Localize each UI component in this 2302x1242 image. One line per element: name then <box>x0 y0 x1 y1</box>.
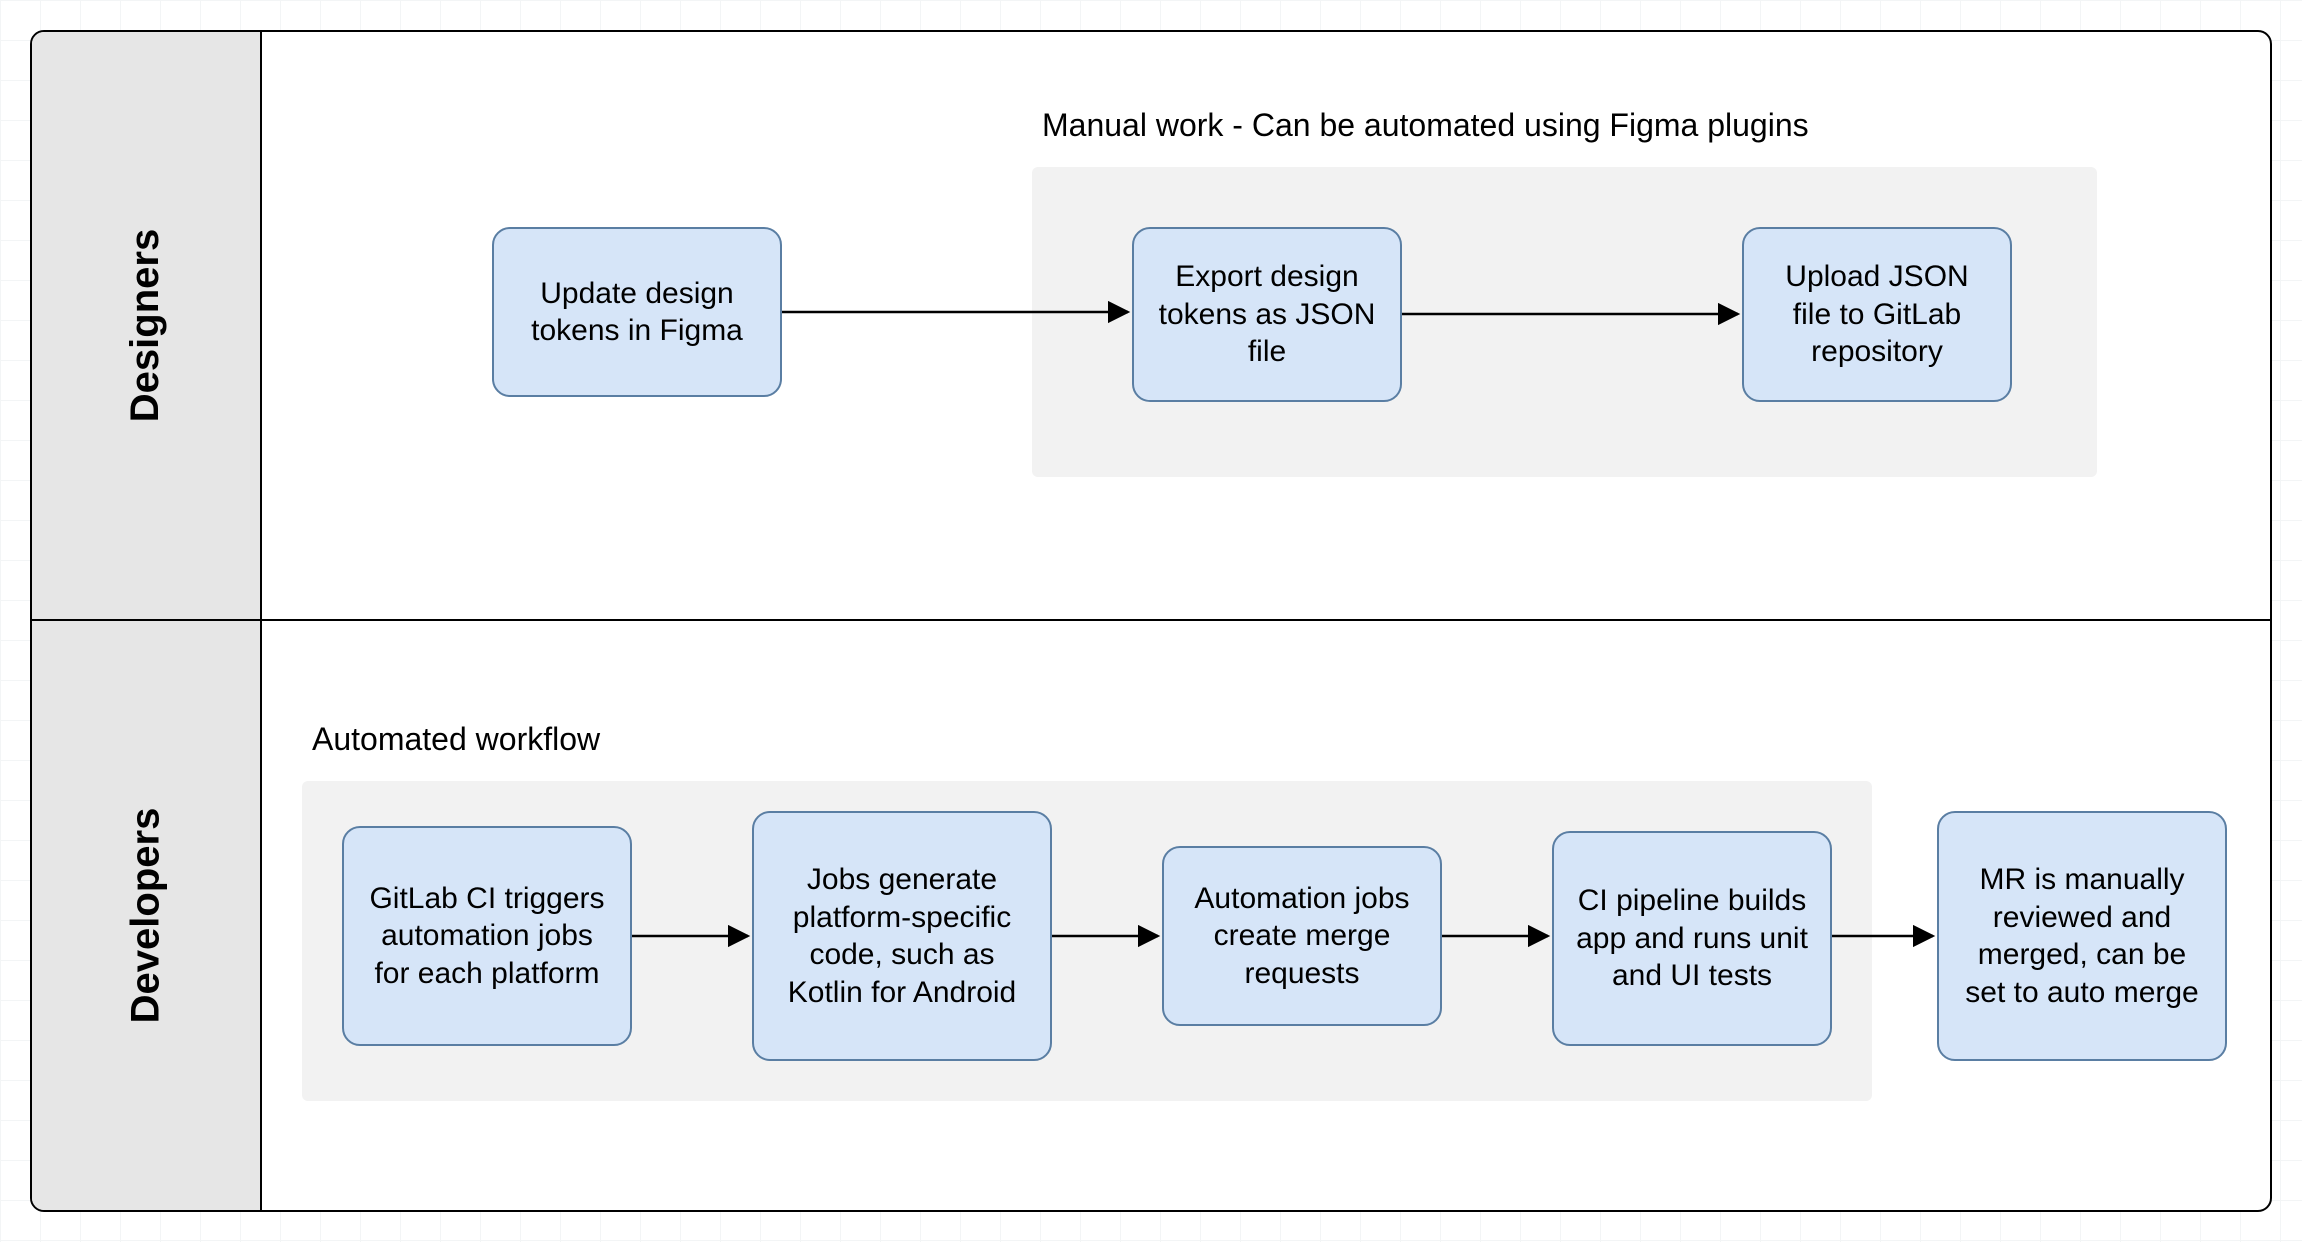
node-ci-pipeline: CI pipeline builds app and runs unit and… <box>1552 831 1832 1046</box>
lane-designers: Designers Manual work - Can be automated… <box>30 30 2272 621</box>
node-update-figma: Update design tokens in Figma <box>492 227 782 397</box>
node-ci-trigger-text: GitLab CI triggers automation jobs for e… <box>362 880 612 993</box>
diagram-frame: Designers Manual work - Can be automated… <box>30 30 2272 1212</box>
node-ci-pipeline-text: CI pipeline builds app and runs unit and… <box>1572 882 1812 995</box>
lane-developers-label: Developers <box>123 808 168 1024</box>
node-generate-code-text: Jobs generate platform-specific code, su… <box>772 861 1032 1011</box>
node-upload-gitlab: Upload JSON file to GitLab repository <box>1742 227 2012 402</box>
node-generate-code: Jobs generate platform-specific code, su… <box>752 811 1052 1061</box>
node-review-merge: MR is manually reviewed and merged, can … <box>1937 811 2227 1061</box>
node-update-figma-text: Update design tokens in Figma <box>512 275 762 350</box>
node-create-mr: Automation jobs create merge requests <box>1162 846 1442 1026</box>
node-export-json-text: Export design tokens as JSON file <box>1152 258 1382 371</box>
lane-developers: Developers Automated workflow GitLab CI … <box>30 619 2272 1212</box>
node-review-merge-text: MR is manually reviewed and merged, can … <box>1957 861 2207 1011</box>
group-manual-title: Manual work - Can be automated using Fig… <box>1042 107 1809 144</box>
lane-developers-label-wrap: Developers <box>32 621 262 1210</box>
node-export-json: Export design tokens as JSON file <box>1132 227 1402 402</box>
node-ci-trigger: GitLab CI triggers automation jobs for e… <box>342 826 632 1046</box>
group-automated-title: Automated workflow <box>312 721 600 758</box>
lane-designers-label: Designers <box>123 229 168 422</box>
node-create-mr-text: Automation jobs create merge requests <box>1182 880 1422 993</box>
lane-designers-label-wrap: Designers <box>32 32 262 619</box>
node-upload-gitlab-text: Upload JSON file to GitLab repository <box>1762 258 1992 371</box>
